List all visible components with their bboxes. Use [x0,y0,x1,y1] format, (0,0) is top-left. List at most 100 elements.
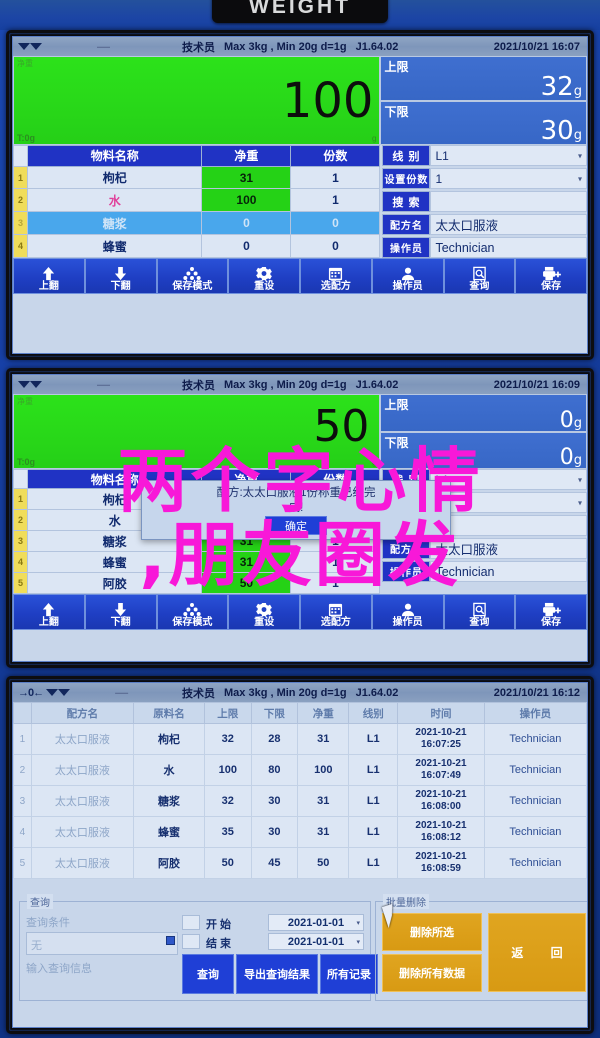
query-group-title: 查询 [27,894,53,909]
return-button[interactable]: 返 回 [488,913,586,992]
col-material-name: 物料名称 [26,145,203,167]
table-row[interactable]: 5 阿胶 50 1 [13,572,381,594]
dialog-ok-button[interactable]: 确定 [265,516,327,535]
field-value[interactable]: 1▾ [430,492,587,513]
toolbar-button-7[interactable]: 保存 [515,258,587,294]
row-index: 3 [13,530,28,552]
table-row[interactable]: 5 太太口服液 阿胶 50 45 50 L1 2021-10-21 16:08:59 Techni… [13,847,587,879]
field-recipe-name[interactable]: 配方名 太太口服液 [382,538,587,559]
field-value: 太太口服液 [430,538,587,559]
records-cell-6: L1 [348,754,399,786]
stability-icon [46,688,72,697]
records-cell-7: 2021-10-21 16:07:49 [397,754,485,786]
dropdown-box-icon[interactable] [166,936,175,945]
gear-icon [256,266,272,281]
status-indicators-3: →0← — [18,685,168,700]
status-info-2: 技术员 Max 3kg , Min 20g d=1g J1.64.02 [168,377,494,393]
search-input[interactable] [430,191,587,212]
field-line[interactable]: 线 别 L1▾ [382,145,587,166]
field-operator[interactable]: 操作员 Technician [382,561,587,582]
toolbar-button-5[interactable]: 操作员 [371,258,444,294]
toolbar-button-6[interactable]: 查询 [443,258,516,294]
toolbar-button-1[interactable]: 下翻 [84,258,157,294]
records-cell-3: 32 [203,785,252,817]
records-table[interactable]: 配方名 原料名 上限 下限 净重 线别 时间 操作员 1 太太口服液 枸杞 32 28 31 L1 2021-… [13,702,587,879]
toolbar-button-5[interactable]: 操作员 [371,594,444,630]
display-row-1: 净重 T:0g g 100 上限 32g 下限 30g [13,56,587,146]
records-cell-3: 32 [203,723,252,755]
lower-limit-label: 下限 [384,104,409,119]
toolbar-button-4[interactable]: 选配方 [300,258,372,294]
field-label: 操作员 [382,561,431,582]
toolbar-button-label: 操作员 [392,281,423,292]
battery-icon: — [97,377,110,392]
toolbar-button-label: 上翻 [38,281,59,292]
delete-all-button[interactable]: 删除所有数据 [382,954,482,992]
field-value[interactable]: 1▾ [430,168,587,189]
export-results-button[interactable]: 导出查询结果 [236,954,318,994]
search-input[interactable] [430,515,587,536]
dialog-message-line1: 配方:太太口服液1份称重已经完 [216,487,376,499]
table-row[interactable]: 4 蜂蜜 0 0 [13,234,381,258]
records-cell-1: 太太口服液 [30,847,134,879]
status-version: J1.64.02 [355,40,399,53]
toolbar-button-0[interactable]: 上翻 [13,258,85,294]
table-row[interactable]: 1 枸杞 31 1 [13,165,381,190]
table-row[interactable]: 2 水 100 1 [13,188,381,213]
end-date-field[interactable]: 2021-01-01 ▾ [268,933,364,950]
query-condition-input[interactable]: 无 [26,932,178,955]
toolbar-button-label: 选配方 [320,281,351,292]
net-weight-tag: 净重 [17,397,33,406]
upper-limit-value: 0g [559,407,582,433]
toolbar-button-0[interactable]: 上翻 [13,594,85,630]
table-row[interactable]: 1 太太口服液 枸杞 32 28 31 L1 2021-10-21 16:07:25 Techni… [13,723,587,755]
status-indicators-1: — [18,39,168,54]
query-button[interactable]: 查询 [182,954,234,994]
field-operator[interactable]: 操作员 Technician [382,237,587,258]
field-value[interactable]: L1▾ [430,469,587,490]
cell-material-name: 蜂蜜 [26,234,203,258]
records-cell-8: Technician [483,785,587,817]
records-cell-0: 3 [13,785,32,817]
query-info-input[interactable] [26,958,178,981]
table-row[interactable]: 3 糖浆 0 0 [13,211,381,236]
start-date-field[interactable]: 2021-01-01 ▾ [268,914,364,931]
limits-box-1: 上限 32g 下限 30g [380,56,587,146]
field-value[interactable]: L1▾ [430,145,587,166]
table-row[interactable]: 2 太太口服液水 100 80 100 L1 2021-10-21 16:07:49 Techn… [13,754,587,786]
toolbar-button-4[interactable]: 选配方 [300,594,372,630]
chevron-down-icon: ▾ [356,919,360,927]
end-date-checkbox[interactable] [182,934,200,949]
weight-badge: WEIGHT [212,0,388,23]
toolbar-button-label: 保存 [541,617,562,628]
start-date-checkbox[interactable] [182,915,200,930]
field-set-portions[interactable]: 设置份数 1▾ [382,168,587,189]
field-search[interactable]: 搜 索 [382,191,587,212]
net-weight-display-2: 净重 T:0g g 50 [13,394,381,469]
toolbar-button-label: 重设 [254,281,275,292]
cell-portions: 1 [290,188,381,213]
table-header-row: 物料名称 净重 份数 [13,145,381,167]
toolbar-button-2[interactable]: 保存模式 [156,258,229,294]
field-recipe-name[interactable]: 配方名 太太口服液 [382,214,587,235]
row-index: 4 [13,234,28,258]
toolbar-button-3[interactable]: 重设 [228,594,300,630]
user-icon [400,602,416,617]
toolbar-button-1[interactable]: 下翻 [84,594,157,630]
search-doc-icon [472,266,487,281]
toolbar-button-7[interactable]: 保存 [515,594,587,630]
table-row[interactable]: 3 太太口服液 糖浆 32 30 31 L1 2021-10-21 16:08:00 Techni… [13,785,587,817]
toolbar-button-6[interactable]: 查询 [443,594,516,630]
records-cell-4: 30 [250,816,299,848]
material-table-1[interactable]: 物料名称 净重 份数 1 枸杞 31 1 2 水 100 1 3 糖浆 0 0 … [13,145,381,258]
status-bar-3: →0← — 技术员 Max 3kg , Min 20g d=1g J1.64.0… [13,683,587,702]
toolbar-button-3[interactable]: 重设 [228,258,300,294]
toolbar-button-label: 查询 [469,281,490,292]
records-cell-4: 45 [250,847,299,879]
cell-net-weight: 31 [201,551,292,573]
table-row[interactable]: 4 蜂蜜 31 1 [13,551,381,573]
toolbar-button-2[interactable]: 保存模式 [156,594,229,630]
lower-limit-value: 30g [540,116,582,146]
table-row[interactable]: 4 太太口服液 蜂蜜 35 30 31 L1 2021-10-21 16:08:12 Techni… [13,816,587,848]
all-records-button[interactable]: 所有记录 [320,954,378,994]
